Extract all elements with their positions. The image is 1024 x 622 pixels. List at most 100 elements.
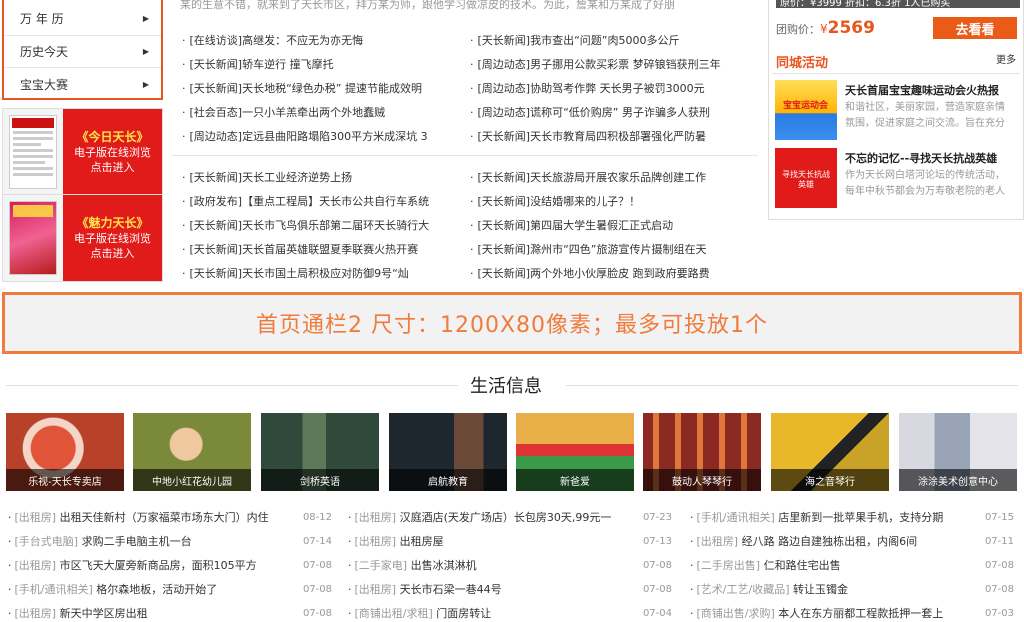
tile-caption: 涂涂美术创意中心 (899, 469, 1017, 491)
news-item[interactable]: [天长新闻]天长工业经济逆势上扬 (182, 166, 460, 190)
classified-tag: [手机/通讯相关] (14, 583, 93, 596)
classified-tag: [商铺出售/求购] (696, 607, 775, 620)
left-menu: 万 年 历 ▶ 历史今天 ▶ 宝宝大赛 ▶ (2, 0, 163, 100)
event-image-text: 宝宝运动会 (783, 101, 829, 111)
event-image: 寻找天长抗战英雄 (775, 148, 837, 208)
epaper-enter: 点击进入 (90, 160, 135, 174)
classifieds-col-3: [手机/通讯相关] 店里新到一批苹果手机，支持分期 07-15 [出租房] 经八路… (690, 506, 1015, 622)
epaper-today-tianchang[interactable]: 《今日天长》 电子版在线浏览 点击进入 (2, 108, 163, 196)
tile-caption: 鼓动人琴琴行 (643, 469, 761, 491)
news-item[interactable]: [政府发布]【重点工程局】天长市公共自行车系统 (182, 190, 460, 214)
news-item[interactable]: [周边动态]男子挪用公款买彩票 梦碎锒铛获刑三年 (470, 53, 758, 77)
news-item[interactable]: [周边动态]谎称可“低价购房” 男子诈骗多人获刑 (470, 101, 758, 125)
more-link[interactable]: 更多 (996, 51, 1016, 66)
classified-date: 07-23 (642, 512, 672, 523)
classified-date: 07-08 (302, 560, 332, 571)
classified-item[interactable]: [出租房] 出租天佳新村（万家福菜市场东大门）内住 08-12 (8, 506, 333, 530)
news-item[interactable]: [天长新闻]天长地税“绿色办税” 提速节能成效明 (182, 77, 460, 101)
news-item[interactable]: [天长新闻]第四届大学生暑假汇正式启动 (470, 214, 758, 238)
news-item[interactable]: [在线访谈]高继发：不应无为亦无悔 (182, 29, 460, 53)
life-tile[interactable]: 新爸爱 (516, 413, 634, 491)
classified-item[interactable]: [二手家电] 出售冰淇淋机 07-08 (348, 554, 673, 578)
tile-caption: 启航教育 (389, 469, 507, 491)
classified-tag: [出租房] (14, 607, 57, 620)
classified-tag: [二手家电] (354, 559, 408, 572)
event-item[interactable]: 寻找天长抗战英雄 不忘的记忆--寻找天长抗战英雄 作为天长网白塔河论坛的传统活动… (775, 148, 1020, 210)
news-item[interactable]: [天长新闻]天长旅游局开展农家乐品牌创建工作 (470, 166, 758, 190)
news-item[interactable]: [天长新闻]天长市国土局积极应对防御9号“灿 (182, 262, 460, 286)
news-item[interactable]: [天长新闻]两个外地小伙厚脸皮 跑到政府要路费 (470, 262, 758, 286)
news-item[interactable]: [天长新闻]我市查出“问题”肉5000多公斤 (470, 29, 758, 53)
classified-item[interactable]: [手机/通讯相关] 格尔森地板，活动开始了 07-08 (8, 578, 333, 602)
news-item[interactable]: [周边动态]定远县曲阳路塌陷300平方米成深坑 3 (182, 125, 460, 149)
chevron-right-icon: ▶ (142, 14, 149, 23)
life-tile[interactable]: 中地小红花幼儿园 (133, 413, 251, 491)
life-tile[interactable]: 涂涂美术创意中心 (899, 413, 1017, 491)
classified-text: 天长市石梁一巷44号 (396, 583, 502, 596)
classified-text: 店里新到一批苹果手机，支持分期 (774, 511, 944, 524)
local-events-title: 同城活动 (776, 56, 829, 71)
tile-caption: 海之音琴行 (771, 469, 889, 491)
classified-date: 07-08 (984, 584, 1014, 595)
life-tile[interactable]: 鼓动人琴琴行 (643, 413, 761, 491)
epaper-title: 《今日天长》 (76, 129, 149, 144)
classified-tag: [出租房] (354, 583, 397, 596)
heading-rule-left (6, 385, 458, 386)
menu-item-baby-contest[interactable]: 宝宝大赛 ▶ (4, 68, 161, 100)
classified-text: 转让玉镯金 (789, 583, 848, 596)
event-desc: 和谐社区，美丽家园，营造家庭亲情氛围，促进家庭之间交流。旨在充分 (845, 102, 1005, 129)
classified-item[interactable]: [出租房] 经八路 路边自建独栋出租，内阁6间 07-11 (690, 530, 1015, 554)
classified-text: 经八路 路边自建独栋出租，内阁6间 (738, 535, 918, 548)
classified-item[interactable]: [出租房] 新天中学区房出租 07-08 (8, 602, 333, 622)
price-value: 2569 (827, 18, 875, 38)
classified-item[interactable]: [二手房出售] 仁和路住宅出售 07-08 (690, 554, 1015, 578)
classified-text: 门面房转让 (432, 607, 492, 620)
classifieds-col-1: [出租房] 出租天佳新村（万家福菜市场东大门）内住 08-12 [手台式电脑] 求… (8, 506, 333, 622)
original-price-line: 原价：¥3999 折扣：6.3折 1人已购买 (776, 0, 1020, 8)
classified-item[interactable]: [商铺出租/求租] 门面房转让 07-04 (348, 602, 673, 622)
classified-item[interactable]: [出租房] 出租房屋 07-13 (348, 530, 673, 554)
intro-text: 某的生意不错，就来到了天长市区，拜万某为师，跟他学习做凉皮的技术。为此，詹某和万… (180, 0, 675, 11)
news-list-left-top: [在线访谈]高继发：不应无为亦无悔 [天长新闻]轿车逆行 撞飞摩托 [天长新闻]… (182, 29, 460, 149)
currency-symbol: ¥ (820, 22, 828, 36)
life-tile[interactable]: 海之音琴行 (771, 413, 889, 491)
news-item[interactable]: [社会百态]一只小羊羔牵出两个外地蠢贼 (182, 101, 460, 125)
classified-tag: [出租房] (14, 559, 57, 572)
tile-caption: 新爸爱 (516, 469, 634, 491)
news-item[interactable]: [周边动态]协助驾考作弊 天长男子被罚3000元 (470, 77, 758, 101)
classified-item[interactable]: [艺术/工艺/收藏品] 转让玉镯金 07-08 (690, 578, 1015, 602)
classified-item[interactable]: [手台式电脑] 求购二手电脑主机一台 07-14 (8, 530, 333, 554)
life-tile[interactable]: 启航教育 (389, 413, 507, 491)
classified-item[interactable]: [出租房] 市区飞天大厦旁新商品房，面积105平方 07-08 (8, 554, 333, 578)
classified-item[interactable]: [出租房] 汉庭酒店(天发广场店）长包房30天,99元一 07-23 (348, 506, 673, 530)
price-label: 团购价： (776, 23, 820, 36)
menu-item-history-today[interactable]: 历史今天 ▶ (4, 36, 161, 68)
life-info-header: 生活信息 (0, 370, 1024, 400)
news-item[interactable]: [天长新闻]滁州市“四色”旅游宣传片摄制组在天 (470, 238, 758, 262)
news-item[interactable]: [天长新闻]没结婚哪来的儿子？！ (470, 190, 758, 214)
news-list-right-bottom: [天长新闻]天长旅游局开展农家乐品牌创建工作 [天长新闻]没结婚哪来的儿子？！ … (470, 166, 758, 286)
menu-item-calendar[interactable]: 万 年 历 ▶ (4, 0, 161, 36)
news-item[interactable]: [天长新闻]轿车逆行 撞飞摩托 (182, 53, 460, 77)
classified-date: 07-03 (984, 608, 1014, 619)
classifieds-col-2: [出租房] 汉庭酒店(天发广场店）长包房30天,99元一 07-23 [出租房] … (348, 506, 673, 622)
classified-tag: [手机/通讯相关] (696, 511, 775, 524)
event-item[interactable]: 宝宝运动会 天长首届宝宝趣味运动会火热报 和谐社区，美丽家园，营造家庭亲情氛围，… (775, 80, 1020, 142)
classified-item[interactable]: [出租房] 天长市石梁一巷44号 07-08 (348, 578, 673, 602)
classified-item[interactable]: [手机/通讯相关] 店里新到一批苹果手机，支持分期 07-15 (690, 506, 1015, 530)
life-tile[interactable]: 乐视-天长专卖店 (6, 413, 124, 491)
news-item[interactable]: [天长新闻]天长市教育局四积极部署强化严防暑 (470, 125, 758, 149)
classified-item[interactable]: [商铺出售/求购] 本人在东方丽都工程款抵押一套上 07-03 (690, 602, 1015, 622)
news-divider (172, 155, 758, 156)
life-tile[interactable]: 剑桥英语 (261, 413, 379, 491)
epaper-charm-tianchang[interactable]: 《魅力天长》 电子版在线浏览 点击进入 (2, 194, 163, 282)
news-item[interactable]: [天长新闻]天长首届英雄联盟夏季联赛火热开赛 (182, 238, 460, 262)
homepage-banner-ad[interactable]: 首页通栏2 尺寸：1200X80像素；最多可投放1个 (2, 292, 1022, 354)
classified-text: 格尔森地板，活动开始了 (92, 583, 218, 596)
tile-caption: 中地小红花幼儿园 (133, 469, 251, 491)
go-see-button[interactable]: 去看看 (933, 17, 1017, 39)
newspaper-thumbnail (3, 109, 63, 195)
news-item[interactable]: [天长新闻]天长市飞鸟俱乐部第二届环天长骑行大 (182, 214, 460, 238)
classified-tag: [手台式电脑] (14, 535, 79, 548)
menu-item-label: 万 年 历 (20, 12, 64, 26)
